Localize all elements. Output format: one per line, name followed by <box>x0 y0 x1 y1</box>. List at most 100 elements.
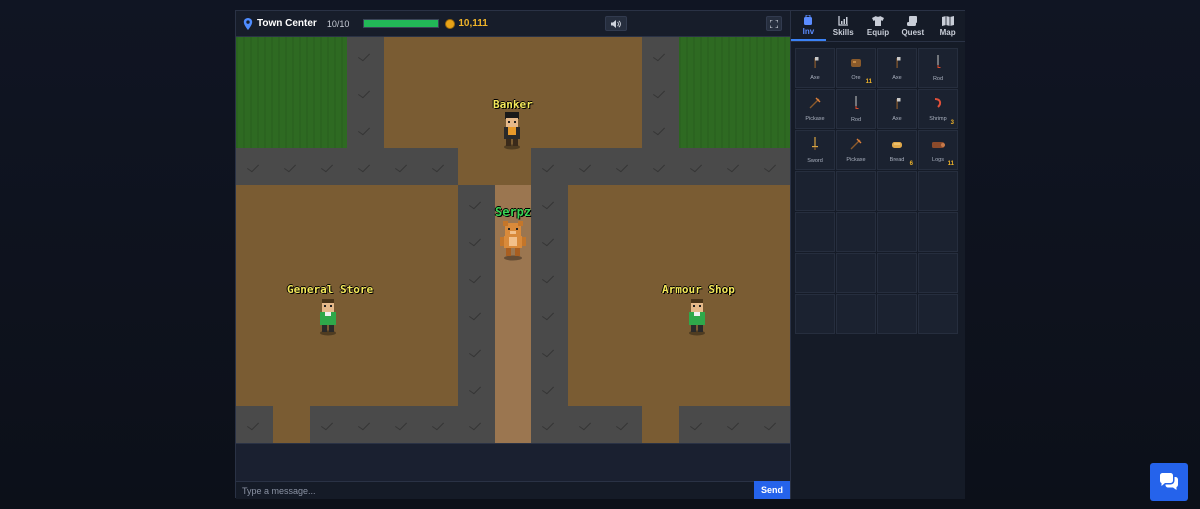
game-map[interactable]: Banker Serpz General Store Armour Shop <box>236 37 790 443</box>
inventory-slot[interactable]: Logs 11 <box>918 130 958 170</box>
inventory-slot[interactable]: Bread 6 <box>877 130 917 170</box>
inventory-slot-empty[interactable] <box>918 253 958 293</box>
inventory-slot-empty[interactable] <box>795 171 835 211</box>
inventory-slot-empty[interactable] <box>918 171 958 211</box>
inventory-slot[interactable]: Rod <box>918 48 958 88</box>
send-button[interactable]: Send <box>754 481 790 499</box>
hp-bar <box>363 19 440 28</box>
rod-icon <box>851 95 861 115</box>
inventory-slot-empty[interactable] <box>836 253 876 293</box>
inventory-slot-empty[interactable] <box>877 294 917 334</box>
inventory-slot[interactable]: Axe <box>795 48 835 88</box>
inventory-slot[interactable]: Shrimp 3 <box>918 89 958 129</box>
axe-icon <box>892 96 902 114</box>
map-icon <box>941 15 954 26</box>
tab-label: Inv <box>802 26 815 36</box>
chat-bubbles-icon <box>1160 473 1178 490</box>
location-name: Town Center <box>257 18 317 29</box>
status-bar: Town Center 10/10 10,111 <box>236 11 790 37</box>
item-name: Rod <box>932 75 944 82</box>
banker-npc[interactable] <box>501 112 523 150</box>
grass-area <box>236 37 347 148</box>
inventory-slot[interactable]: Rod <box>836 89 876 129</box>
inventory-slot[interactable]: Sword <box>795 130 835 170</box>
inventory-slot-empty[interactable] <box>877 171 917 211</box>
inventory-slot-empty[interactable] <box>795 253 835 293</box>
inventory-slot-empty[interactable] <box>877 212 917 252</box>
tab-label: Skills <box>832 27 854 37</box>
tab-equip[interactable]: Equip <box>861 11 896 41</box>
axe-icon <box>810 55 820 73</box>
item-quantity: 6 <box>909 161 913 167</box>
scroll-icon <box>906 15 917 26</box>
inventory-slot[interactable]: Pickaxe <box>795 89 835 129</box>
logs-icon <box>931 137 945 155</box>
general-store-npc[interactable] <box>317 298 339 336</box>
player-character[interactable] <box>498 221 528 261</box>
item-name: Pickaxe <box>805 116 825 122</box>
item-name: Ore <box>851 75 861 81</box>
chart-icon <box>838 15 849 26</box>
location-pin-icon <box>243 17 253 30</box>
item-name: Logs <box>932 157 944 163</box>
tab-quest[interactable]: Quest <box>895 11 930 41</box>
side-tabs: Inv Skills Equip Quest Map <box>791 11 965 42</box>
rod-icon <box>933 54 943 74</box>
game-window: Town Center 10/10 10,111 Banker Serpz Ge… <box>235 10 965 499</box>
shirt-icon <box>871 15 884 26</box>
grass-area <box>679 37 790 148</box>
coins-count: 10,111 <box>458 18 488 29</box>
item-quantity: 11 <box>947 161 954 167</box>
item-name: Pickaxe <box>846 157 866 163</box>
inventory-slot-empty[interactable] <box>877 253 917 293</box>
bread-icon <box>891 137 903 155</box>
item-name: Shrimp <box>929 116 947 122</box>
inventory-slot[interactable]: Pickaxe <box>836 130 876 170</box>
item-name: Sword <box>807 157 823 164</box>
chat-panel: Send <box>236 443 790 499</box>
item-name: Axe <box>892 75 902 81</box>
pickaxe-icon <box>850 137 862 155</box>
axe-icon <box>892 55 902 73</box>
sword-icon <box>811 136 819 156</box>
tab-label: Map <box>939 27 956 37</box>
tab-label: Quest <box>901 27 925 37</box>
backpack-icon <box>804 14 813 25</box>
inventory-slot-empty[interactable] <box>836 171 876 211</box>
inventory-grid: Axe Ore 11 Axe Rod Pickaxe Rod Axe Shrimp 3 Sword P… <box>795 48 958 334</box>
tab-skills[interactable]: Skills <box>826 11 861 41</box>
pickaxe-icon <box>809 96 821 114</box>
item-name: Rod <box>850 116 862 123</box>
inventory-slot-empty[interactable] <box>795 294 835 334</box>
hp-bar-fill <box>364 20 439 27</box>
coins-icon <box>445 18 456 29</box>
tab-inventory[interactable]: Inv <box>791 11 826 41</box>
inventory-slot-empty[interactable] <box>918 294 958 334</box>
hp-text: 10/10 <box>326 18 350 29</box>
item-name: Bread <box>889 157 905 163</box>
tab-label: Equip <box>866 27 890 37</box>
player-label: Serpz <box>495 205 532 219</box>
open-chat-button[interactable] <box>1150 463 1188 501</box>
inventory-slot[interactable]: Ore 11 <box>836 48 876 88</box>
npc-label-banker: Banker <box>493 98 533 111</box>
inventory-slot-empty[interactable] <box>836 212 876 252</box>
inventory-slot[interactable]: Axe <box>877 48 917 88</box>
chat-input[interactable] <box>236 481 754 499</box>
road <box>531 185 568 407</box>
item-quantity: 3 <box>950 120 954 126</box>
ore-icon <box>850 55 862 73</box>
armour-shop-npc[interactable] <box>686 298 708 336</box>
item-name: Axe <box>810 75 820 81</box>
inventory-slot[interactable]: Axe <box>877 89 917 129</box>
item-name: Axe <box>892 116 902 122</box>
tab-map[interactable]: Map <box>930 11 965 41</box>
item-quantity: 11 <box>865 79 872 85</box>
fullscreen-button[interactable] <box>766 16 782 31</box>
sound-toggle-button[interactable] <box>605 16 627 31</box>
speaker-icon <box>611 19 621 28</box>
inventory-slot-empty[interactable] <box>836 294 876 334</box>
inventory-slot-empty[interactable] <box>795 212 835 252</box>
inventory-slot-empty[interactable] <box>918 212 958 252</box>
shrimp-icon <box>932 96 944 114</box>
